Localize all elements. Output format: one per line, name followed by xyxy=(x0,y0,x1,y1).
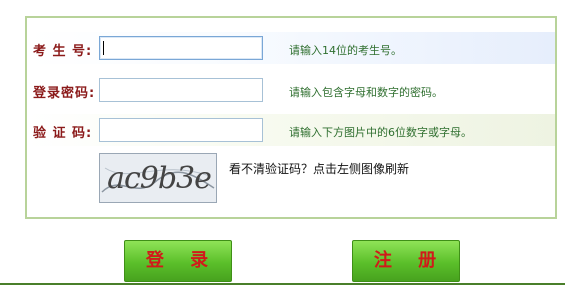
captcha-refresh-note: 看不清验证码？点击左侧图像刷新 xyxy=(229,162,410,176)
password-label: 登录密码: xyxy=(33,86,96,101)
captcha-characters: ac9b3e xyxy=(107,161,212,196)
captcha-label: 验 证 码: xyxy=(33,126,93,141)
password-input[interactable] xyxy=(99,78,263,102)
captcha-row: 验 证 码: 请输入下方图片中的6位数字或字母。 xyxy=(27,114,555,146)
student-id-input[interactable] xyxy=(99,36,263,60)
student-id-label: 考 生 号: xyxy=(33,44,93,59)
student-id-row: 考 生 号: 请输入14位的考生号。 xyxy=(27,32,555,64)
login-button[interactable]: 登 录 xyxy=(124,240,232,282)
captcha-image[interactable]: ac9b3e xyxy=(99,153,217,203)
student-id-hint: 请输入14位的考生号。 xyxy=(289,44,402,57)
captcha-input[interactable] xyxy=(99,118,263,142)
text-cursor xyxy=(103,41,104,55)
password-row: 登录密码: 请输入包含字母和数字的密码。 xyxy=(27,74,555,106)
captcha-hint: 请输入下方图片中的6位数字或字母。 xyxy=(289,126,472,139)
password-hint: 请输入包含字母和数字的密码。 xyxy=(289,86,443,99)
register-button[interactable]: 注 册 xyxy=(352,240,460,282)
login-form-panel: 考 生 号: 请输入14位的考生号。 登录密码: 请输入包含字母和数字的密码。 … xyxy=(25,16,557,219)
